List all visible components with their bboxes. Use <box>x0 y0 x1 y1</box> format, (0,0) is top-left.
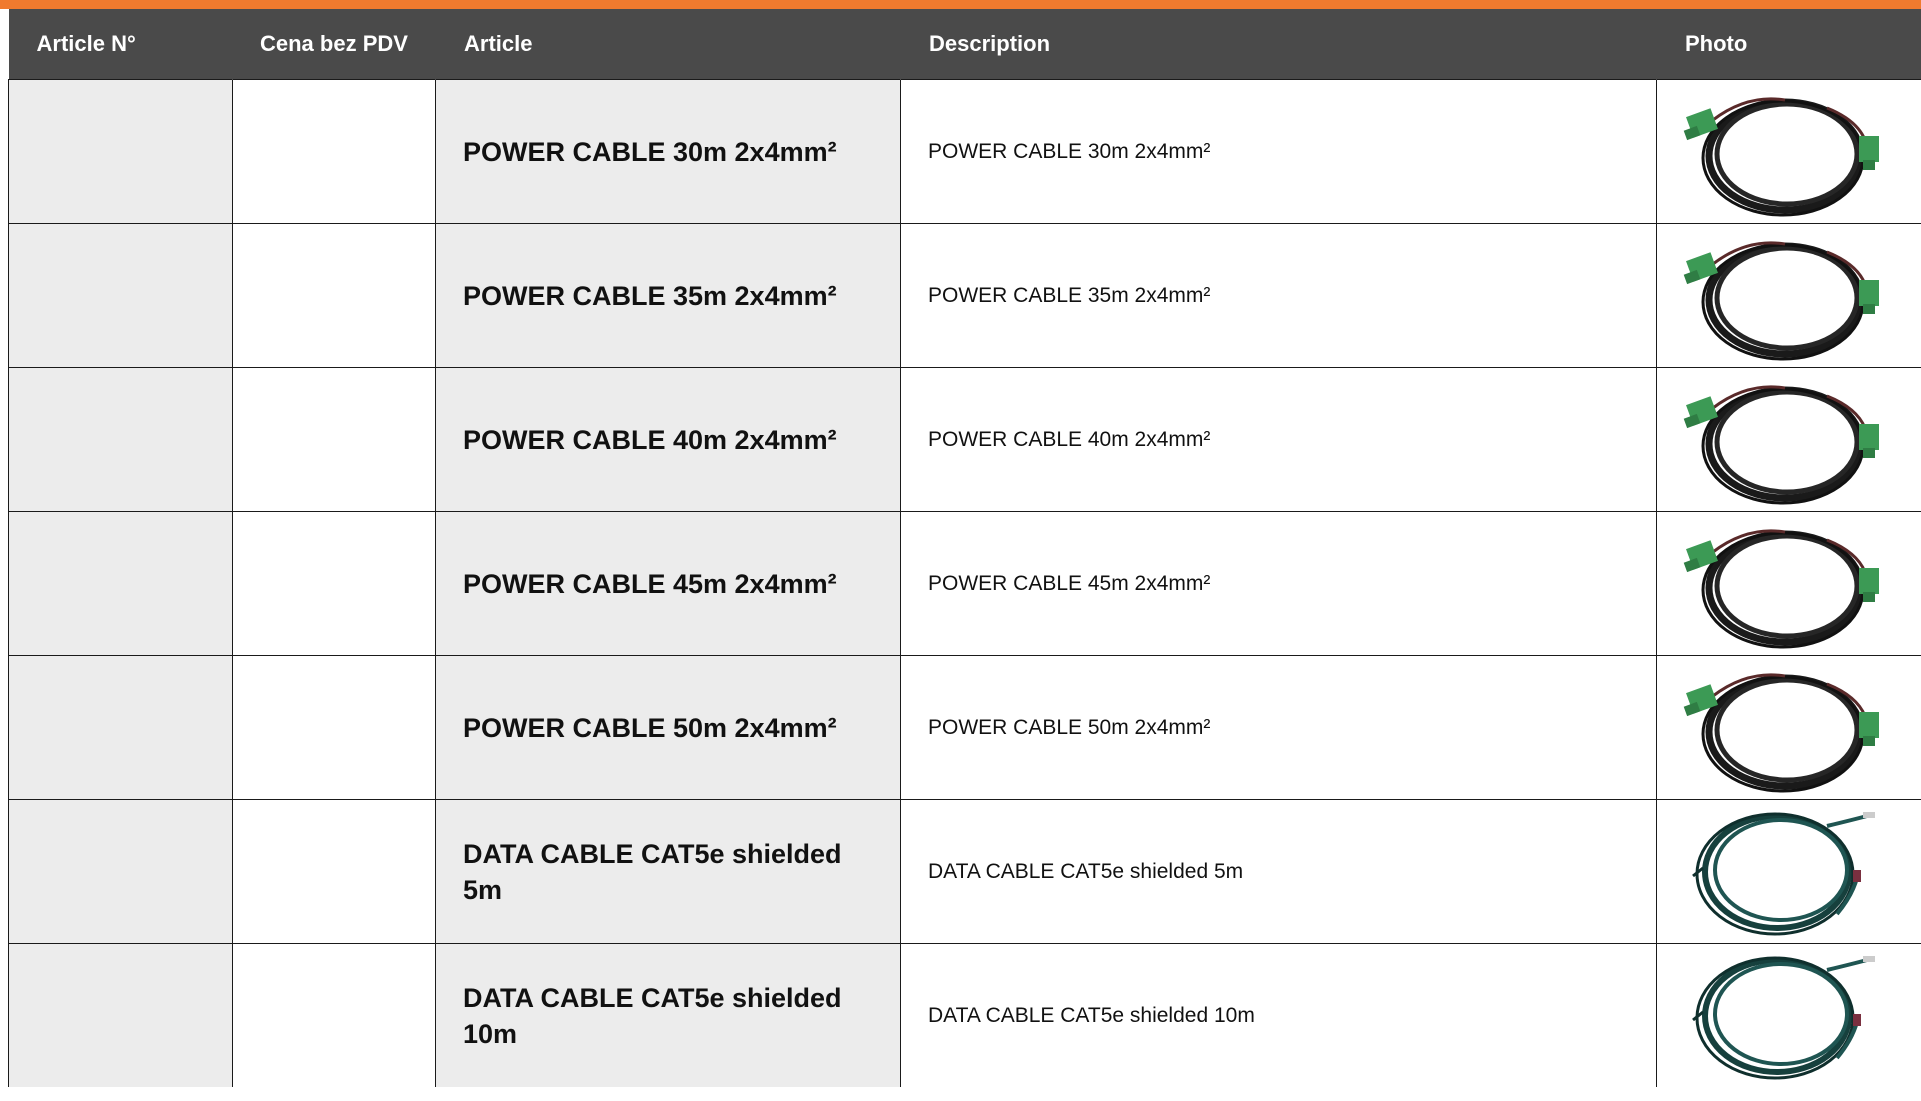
power-cable-photo <box>1677 374 1921 506</box>
table-row: POWER CABLE 35m 2x4mm² POWER CABLE 35m 2x… <box>8 223 1921 368</box>
header-photo: Photo <box>1656 9 1921 80</box>
power-cable-photo <box>1677 518 1921 650</box>
header-article-no: Article N° <box>8 9 233 80</box>
power-cable-photo <box>1677 662 1921 794</box>
price-cell <box>232 655 436 800</box>
description-cell: POWER CABLE 50m 2x4mm² <box>900 655 1657 800</box>
article-number-cell <box>8 655 233 800</box>
article-name-cell: POWER CABLE 30m 2x4mm² <box>435 79 901 224</box>
orange-accent-bar <box>0 0 1921 9</box>
price-cell <box>232 79 436 224</box>
table-row: POWER CABLE 40m 2x4mm² POWER CABLE 40m 2x… <box>8 367 1921 512</box>
article-name-cell: DATA CABLE CAT5e shielded 5m <box>435 799 901 944</box>
article-name-cell: POWER CABLE 35m 2x4mm² <box>435 223 901 368</box>
data-cable-photo <box>1677 806 1921 938</box>
photo-cell <box>1656 655 1921 800</box>
article-number-cell <box>8 367 233 512</box>
power-cable-photo <box>1677 230 1921 362</box>
description-cell: DATA CABLE CAT5e shielded 5m <box>900 799 1657 944</box>
product-table: Article N° Cena bez PDV Article Descript… <box>8 9 1921 1087</box>
table-row: DATA CABLE CAT5e shielded 5m DATA CABLE C… <box>8 799 1921 944</box>
table-row: POWER CABLE 30m 2x4mm² POWER CABLE 30m 2x… <box>8 79 1921 224</box>
photo-cell <box>1656 367 1921 512</box>
description-cell: POWER CABLE 45m 2x4mm² <box>900 511 1657 656</box>
article-number-cell <box>8 79 233 224</box>
description-cell: POWER CABLE 40m 2x4mm² <box>900 367 1657 512</box>
photo-cell <box>1656 223 1921 368</box>
description-cell: DATA CABLE CAT5e shielded 10m <box>900 943 1657 1087</box>
price-cell <box>232 511 436 656</box>
header-article: Article <box>435 9 901 80</box>
power-cable-photo <box>1677 86 1921 218</box>
price-cell <box>232 367 436 512</box>
photo-cell <box>1656 799 1921 944</box>
data-cable-photo <box>1677 950 1921 1082</box>
article-name-cell: POWER CABLE 50m 2x4mm² <box>435 655 901 800</box>
table-header-row: Article N° Cena bez PDV Article Descript… <box>8 9 1921 80</box>
price-cell <box>232 223 436 368</box>
article-name-cell: DATA CABLE CAT5e shielded 10m <box>435 943 901 1087</box>
table-row: POWER CABLE 50m 2x4mm² POWER CABLE 50m 2x… <box>8 655 1921 800</box>
article-number-cell <box>8 223 233 368</box>
photo-cell <box>1656 943 1921 1087</box>
price-cell <box>232 943 436 1087</box>
header-price: Cena bez PDV <box>232 9 436 80</box>
photo-cell <box>1656 511 1921 656</box>
table-row: DATA CABLE CAT5e shielded 10m DATA CABLE … <box>8 943 1921 1087</box>
table-row: POWER CABLE 45m 2x4mm² POWER CABLE 45m 2x… <box>8 511 1921 656</box>
description-cell: POWER CABLE 30m 2x4mm² <box>900 79 1657 224</box>
article-number-cell <box>8 511 233 656</box>
article-name-cell: POWER CABLE 45m 2x4mm² <box>435 511 901 656</box>
article-number-cell <box>8 799 233 944</box>
article-number-cell <box>8 943 233 1087</box>
article-name-cell: POWER CABLE 40m 2x4mm² <box>435 367 901 512</box>
price-cell <box>232 799 436 944</box>
photo-cell <box>1656 79 1921 224</box>
header-description: Description <box>900 9 1657 80</box>
description-cell: POWER CABLE 35m 2x4mm² <box>900 223 1657 368</box>
